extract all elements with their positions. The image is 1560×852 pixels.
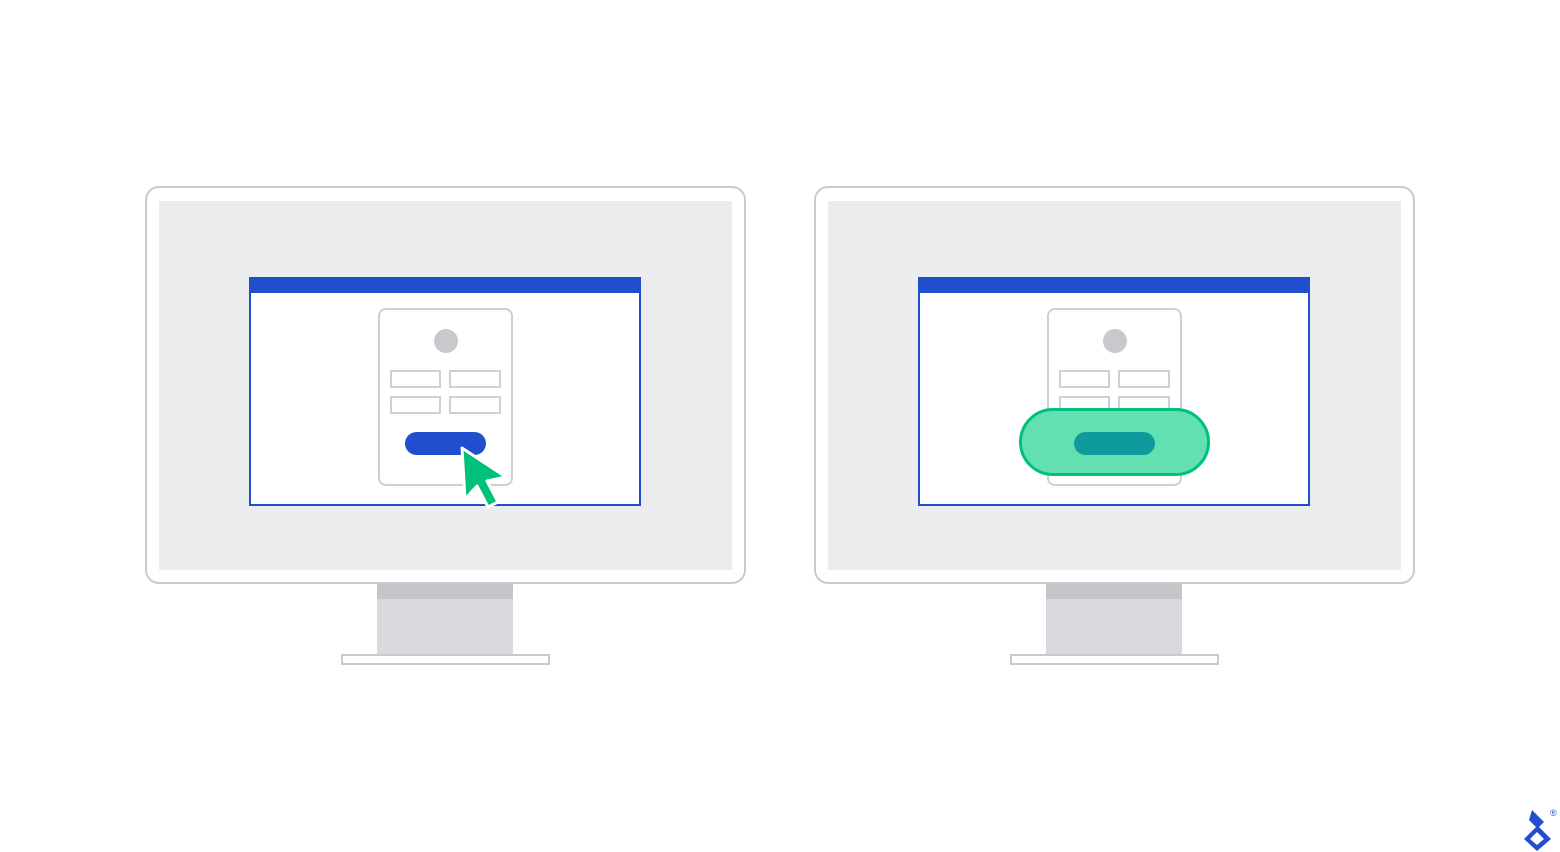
avatar-right — [1103, 329, 1127, 353]
avatar-left — [434, 329, 458, 353]
form-field-left-3[interactable] — [390, 396, 441, 414]
app-window-left-titlebar — [249, 277, 641, 293]
registered-mark: ® — [1550, 808, 1557, 818]
form-field-left-1[interactable] — [390, 370, 441, 388]
form-field-left-4[interactable] — [449, 396, 501, 414]
monitor-right-stand-base — [1010, 654, 1219, 665]
monitor-right-stand-shadow — [1046, 584, 1182, 599]
pointer-arrow-icon — [460, 446, 508, 509]
monitor-left-stand-base — [341, 654, 550, 665]
form-field-right-1[interactable] — [1059, 370, 1110, 388]
app-window-right-titlebar — [918, 277, 1310, 293]
submit-button-right[interactable] — [1074, 432, 1155, 455]
form-field-left-2[interactable] — [449, 370, 501, 388]
monitor-left-stand-shadow — [377, 584, 513, 599]
form-field-right-2[interactable] — [1118, 370, 1170, 388]
